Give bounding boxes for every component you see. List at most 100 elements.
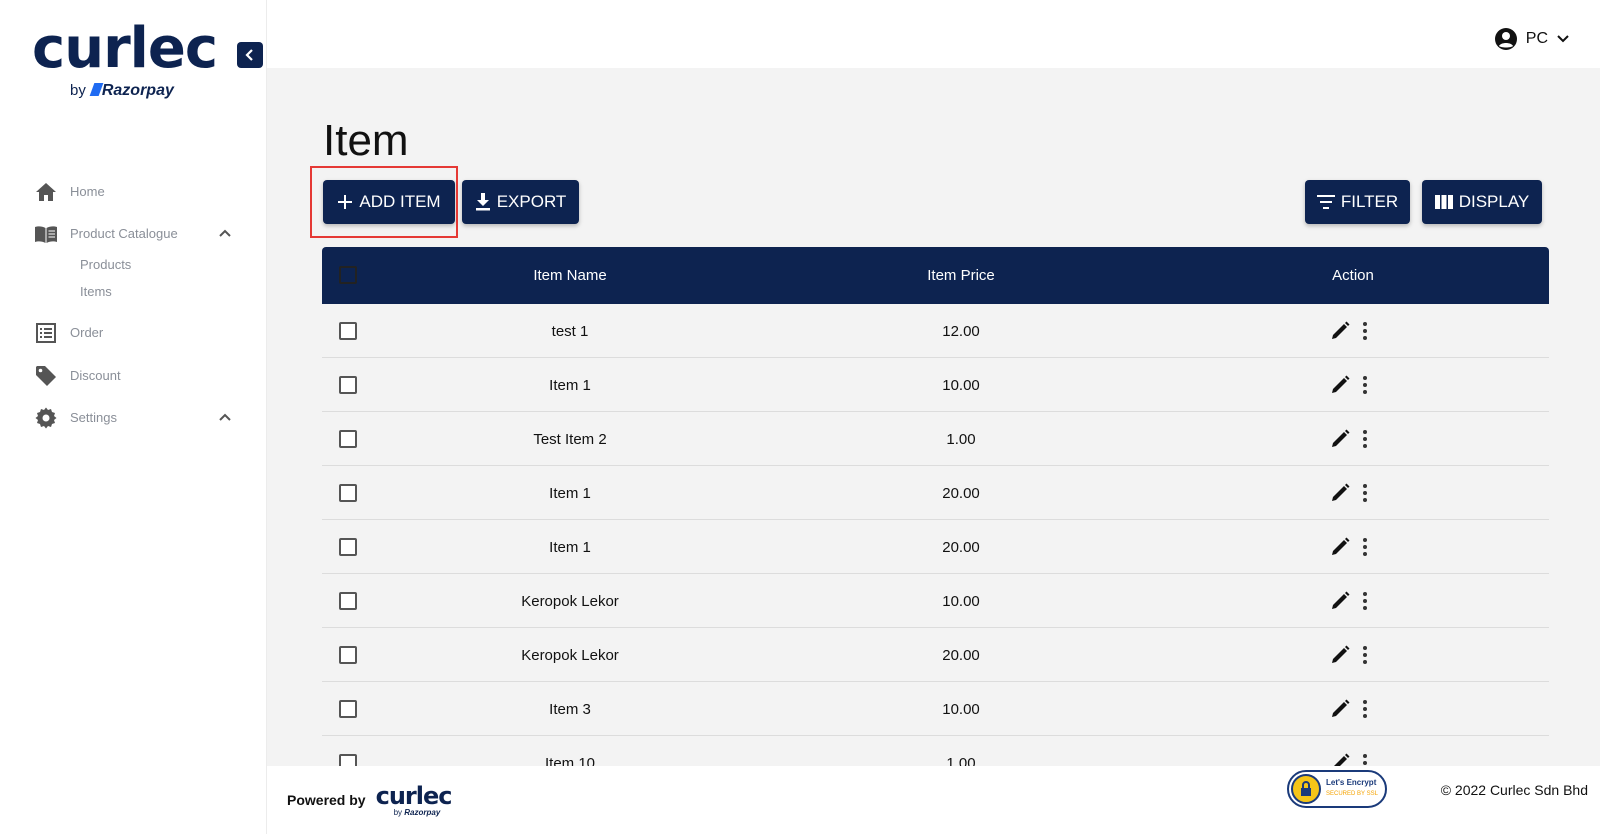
sidebar-item-label: Discount bbox=[70, 368, 121, 383]
display-button[interactable]: DISPLAY bbox=[1422, 180, 1542, 224]
collapse-sidebar-button[interactable] bbox=[237, 42, 263, 68]
more-vertical-icon[interactable] bbox=[1362, 753, 1368, 766]
more-vertical-icon[interactable] bbox=[1362, 699, 1368, 719]
row-checkbox[interactable] bbox=[339, 646, 357, 664]
table-row: Item 1 20.00 bbox=[322, 466, 1549, 520]
sidebar-item-discount[interactable]: Discount bbox=[0, 356, 267, 396]
item-name-cell: Item 1 bbox=[549, 539, 591, 556]
edit-icon[interactable] bbox=[1330, 375, 1350, 395]
row-checkbox[interactable] bbox=[339, 754, 357, 766]
item-name-cell: Test Item 2 bbox=[533, 431, 607, 448]
export-label: EXPORT bbox=[496, 192, 567, 211]
item-price-cell: 20.00 bbox=[942, 647, 980, 664]
logo-wordmark: curlec bbox=[32, 16, 218, 81]
row-checkbox[interactable] bbox=[339, 538, 357, 556]
column-header-item-name[interactable]: Item Name bbox=[533, 267, 606, 284]
sidebar-item-label: Product Catalogue bbox=[70, 226, 178, 241]
sidebar-item-home[interactable]: Home bbox=[0, 172, 267, 212]
sidebar-item-product-catalogue[interactable]: Product Catalogue bbox=[0, 214, 267, 254]
page-title: Item bbox=[323, 116, 409, 165]
more-vertical-icon[interactable] bbox=[1362, 375, 1368, 395]
chevron-down-icon bbox=[1557, 35, 1569, 43]
book-icon bbox=[35, 226, 57, 243]
chevron-left-icon bbox=[245, 49, 253, 61]
sidebar-subitem-items[interactable]: Items bbox=[80, 284, 112, 299]
row-checkbox[interactable] bbox=[339, 430, 357, 448]
export-button[interactable]: EXPORT bbox=[462, 180, 579, 224]
item-name-cell: Item 1 bbox=[549, 485, 591, 502]
more-vertical-icon[interactable] bbox=[1362, 591, 1368, 611]
row-checkbox[interactable] bbox=[339, 376, 357, 394]
table-row: Item 1 20.00 bbox=[322, 520, 1549, 574]
sidebar: curlec by Razorpay Home Product Catalogue… bbox=[0, 0, 267, 834]
chevron-up-icon[interactable] bbox=[218, 410, 232, 424]
edit-icon[interactable] bbox=[1330, 483, 1350, 503]
table-row: Item 10 1.00 bbox=[322, 736, 1549, 766]
edit-icon[interactable] bbox=[1330, 645, 1350, 665]
sidebar-item-label: Order bbox=[70, 325, 104, 340]
item-price-cell: 1.00 bbox=[946, 431, 976, 448]
sidebar-item-label: Home bbox=[70, 184, 105, 199]
display-label: DISPLAY bbox=[1458, 192, 1530, 211]
item-price-cell: 10.00 bbox=[942, 377, 980, 394]
list-icon bbox=[36, 323, 56, 343]
select-all-checkbox[interactable] bbox=[339, 266, 357, 284]
logo-partner-text: Razorpay bbox=[101, 82, 174, 99]
sidebar-item-settings[interactable]: Settings bbox=[0, 398, 267, 438]
filter-button[interactable]: FILTER bbox=[1305, 180, 1410, 224]
item-price-cell: 20.00 bbox=[942, 485, 980, 502]
footer: Powered by curlec by Razorpay Let's Encr… bbox=[267, 766, 1600, 834]
item-price-cell: 10.00 bbox=[942, 701, 980, 718]
edit-icon[interactable] bbox=[1330, 429, 1350, 449]
logo-byline: by Razorpay bbox=[70, 82, 174, 100]
footer-logo-partner: Razorpay bbox=[404, 808, 441, 817]
table-row: Item 1 10.00 bbox=[322, 358, 1549, 412]
add-item-button[interactable]: ADD ITEM bbox=[323, 180, 455, 224]
edit-icon[interactable] bbox=[1330, 537, 1350, 557]
more-vertical-icon[interactable] bbox=[1362, 537, 1368, 557]
add-item-label: ADD ITEM bbox=[359, 192, 441, 211]
row-checkbox[interactable] bbox=[339, 700, 357, 718]
row-checkbox[interactable] bbox=[339, 322, 357, 340]
footer-logo-wordmark: curlec bbox=[375, 782, 453, 810]
sidebar-item-label: Settings bbox=[70, 410, 117, 425]
chevron-up-icon[interactable] bbox=[218, 226, 232, 240]
curlec-logo[interactable]: curlec by Razorpay bbox=[32, 16, 218, 110]
footer-logo-byline: by Razorpay bbox=[394, 808, 441, 817]
more-vertical-icon[interactable] bbox=[1362, 429, 1368, 449]
sidebar-subitem-products[interactable]: Products bbox=[80, 257, 131, 272]
more-vertical-icon[interactable] bbox=[1362, 645, 1368, 665]
filter-label: FILTER bbox=[1340, 192, 1399, 211]
view-column-icon bbox=[1434, 195, 1453, 209]
row-checkbox[interactable] bbox=[339, 484, 357, 502]
copyright-text: © 2022 Curlec Sdn Bhd bbox=[1440, 782, 1588, 798]
user-initials: PC bbox=[1525, 30, 1548, 47]
logo-by-text: by bbox=[70, 82, 86, 99]
item-name-cell: test 1 bbox=[551, 323, 589, 340]
filter-icon bbox=[1316, 195, 1335, 209]
column-header-item-price[interactable]: Item Price bbox=[927, 267, 995, 284]
top-bar: PC bbox=[267, 0, 1600, 68]
more-vertical-icon[interactable] bbox=[1362, 483, 1368, 503]
table-body: test 1 12.00 Item 1 10.00 Test Item 2 1.00 Ite… bbox=[322, 304, 1549, 766]
sidebar-item-order[interactable]: Order bbox=[0, 313, 267, 353]
ssl-badge: Let's Encrypt SECURED BY SSL bbox=[1287, 770, 1387, 808]
footer-logo-by: by bbox=[393, 808, 403, 817]
item-name-cell: Item 1 bbox=[549, 377, 591, 394]
table-header: Item Name Item Price Action bbox=[322, 247, 1549, 304]
edit-icon[interactable] bbox=[1330, 699, 1350, 719]
powered-by: Powered by curlec by Razorpay bbox=[287, 782, 453, 818]
item-price-cell: 1.00 bbox=[946, 755, 976, 766]
edit-icon[interactable] bbox=[1330, 591, 1350, 611]
more-vertical-icon[interactable] bbox=[1362, 321, 1368, 341]
edit-icon[interactable] bbox=[1330, 753, 1350, 766]
items-table: Item Name Item Price Action test 1 12.00 I… bbox=[322, 247, 1549, 766]
tag-icon bbox=[36, 366, 56, 386]
edit-icon[interactable] bbox=[1330, 321, 1350, 341]
plus-icon bbox=[338, 195, 353, 209]
home-icon bbox=[36, 183, 56, 201]
ssl-title: Let's Encrypt bbox=[1326, 778, 1377, 787]
row-checkbox[interactable] bbox=[339, 592, 357, 610]
user-menu[interactable]: PC bbox=[1494, 26, 1570, 52]
download-icon bbox=[475, 193, 490, 211]
